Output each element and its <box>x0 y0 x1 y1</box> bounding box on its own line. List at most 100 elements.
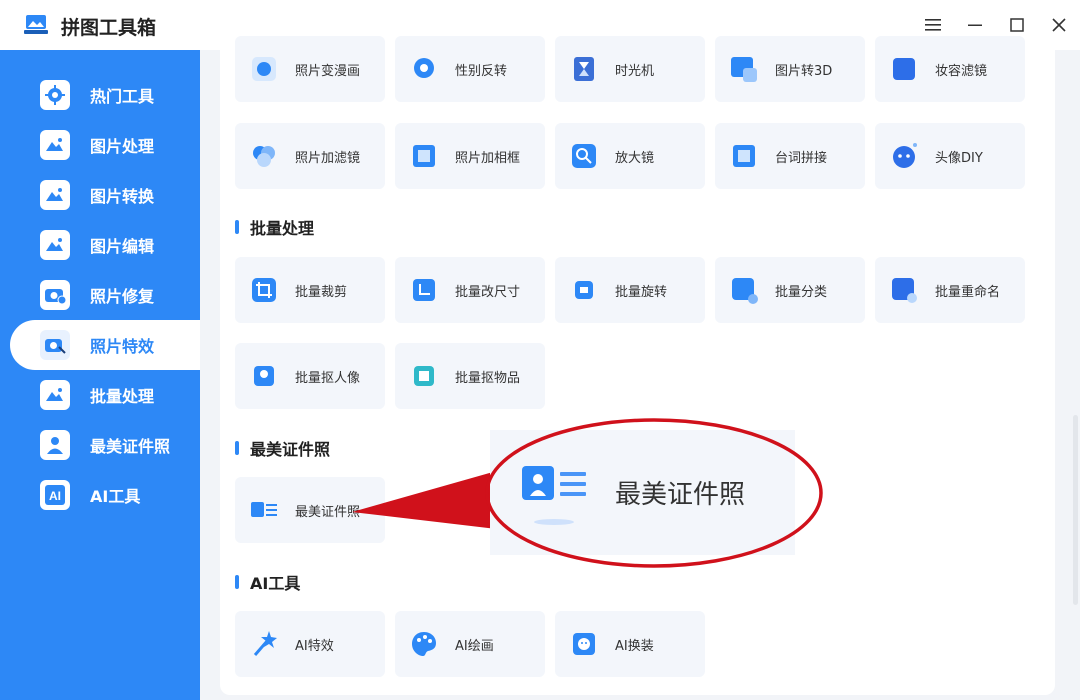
sidebar-item-photo-effects[interactable]: 照片特效 <box>10 320 200 370</box>
sidebar-item-ai-tools[interactable]: AI AI工具 <box>10 470 200 520</box>
tool-card-label: 照片加滤镜 <box>295 151 361 166</box>
makeup-filter-icon <box>893 58 915 80</box>
avatar-diy-icon <box>893 143 917 168</box>
tool-card-label: AI换装 <box>615 639 654 654</box>
camera-wand-icon <box>40 330 70 360</box>
id-person-icon <box>40 430 70 460</box>
tool-card-batch-resize[interactable]: 批量改尺寸 <box>395 257 545 323</box>
image-clock-icon <box>40 130 70 160</box>
rotate-icon <box>575 281 593 299</box>
sidebar: 热门工具 图片处理 图片转换 图片编辑 照片修复 照片特效 批量处理 最美证件照… <box>0 50 200 700</box>
tool-card-label: 批量改尺寸 <box>455 285 521 300</box>
classify-icon <box>732 278 758 304</box>
resize-icon <box>413 279 435 301</box>
sidebar-item-label: 图片处理 <box>90 137 155 156</box>
gender-swap-icon <box>414 58 434 78</box>
cutout-person-icon <box>254 366 274 386</box>
tool-card-label: 批量旋转 <box>615 285 668 300</box>
tool-card-batch-rotate[interactable]: 批量旋转 <box>555 257 705 323</box>
sidebar-item-label: 照片特效 <box>90 337 155 356</box>
tool-card-label: 妆容滤镜 <box>935 64 988 79</box>
id-card-icon <box>251 502 277 517</box>
tool-card-label: AI特效 <box>295 639 334 654</box>
gear-icon <box>40 80 70 110</box>
caption-stitch-icon <box>733 145 755 167</box>
tool-card-ai-effects[interactable]: AI特效 <box>235 611 385 677</box>
magnifier-icon <box>572 144 596 168</box>
close-icon <box>1052 18 1066 32</box>
tool-card-label: 台词拼接 <box>775 151 828 166</box>
tool-card-photo-filter[interactable]: 照片加滤镜 <box>235 123 385 189</box>
sidebar-item-photo-repair[interactable]: 照片修复 <box>10 270 200 320</box>
tool-card-batch-crop[interactable]: 批量裁剪 <box>235 257 385 323</box>
image-3d-icon <box>731 57 757 82</box>
section-marker <box>235 441 239 455</box>
tool-card-image-to-3d[interactable]: 图片转3D <box>715 36 865 102</box>
camera-plus-icon <box>40 280 70 310</box>
section-marker <box>235 575 239 589</box>
tool-card-makeup-filter[interactable]: 妆容滤镜 <box>875 36 1025 102</box>
tool-card-batch-cutout-object[interactable]: 批量抠物品 <box>395 343 545 409</box>
tool-card-ai-painting[interactable]: AI绘画 <box>395 611 545 677</box>
sidebar-item-label: 图片编辑 <box>90 237 155 256</box>
comic-face-icon <box>252 57 276 81</box>
image-edit-icon <box>40 230 70 260</box>
tool-card-batch-rename[interactable]: 批量重命名 <box>875 257 1025 323</box>
tool-card-caption-stitch[interactable]: 台词拼接 <box>715 123 865 189</box>
section-title-id-photo: 最美证件照 <box>235 436 330 460</box>
rename-icon <box>892 278 917 303</box>
sidebar-item-label: 照片修复 <box>90 287 155 306</box>
section-title-text: 最美证件照 <box>250 440 331 459</box>
sidebar-item-label: AI工具 <box>90 487 141 506</box>
tool-card-label: 批量裁剪 <box>295 285 348 300</box>
palette-icon <box>412 632 436 656</box>
section-title-ai-tools: AI工具 <box>235 570 300 594</box>
section-marker <box>235 220 239 234</box>
tool-card-gender-swap[interactable]: 性别反转 <box>395 36 545 102</box>
frame-icon <box>413 145 435 167</box>
scrollbar[interactable] <box>1073 415 1078 605</box>
sidebar-item-image-edit[interactable]: 图片编辑 <box>10 220 200 270</box>
sidebar-item-label: 最美证件照 <box>90 437 171 456</box>
tool-card-label: 照片加相框 <box>455 151 521 166</box>
image-convert-icon <box>40 180 70 210</box>
sidebar-item-hot-tools[interactable]: 热门工具 <box>10 70 200 120</box>
tool-card-label: 批量抠物品 <box>455 371 521 386</box>
sidebar-item-batch[interactable]: 批量处理 <box>10 370 200 420</box>
sidebar-item-label: 热门工具 <box>90 87 155 106</box>
id-card-icon <box>522 466 586 525</box>
app-title: 拼图工具箱 <box>61 17 157 39</box>
face-frame-icon <box>573 633 595 655</box>
maximize-icon <box>1010 18 1024 32</box>
tool-card-label: AI绘画 <box>455 639 494 654</box>
image-batch-icon <box>40 380 70 410</box>
tool-card-ai-outfit[interactable]: AI换装 <box>555 611 705 677</box>
tool-card-label: 性别反转 <box>455 64 508 79</box>
close-button[interactable] <box>1044 10 1074 40</box>
section-title-text: AI工具 <box>250 574 301 593</box>
magic-wand-icon <box>253 631 277 656</box>
app-logo-icon <box>24 15 48 34</box>
crop-icon <box>252 278 276 302</box>
tool-card-photo-frame[interactable]: 照片加相框 <box>395 123 545 189</box>
section-title-text: 批量处理 <box>250 219 315 238</box>
tool-card-magnifier[interactable]: 放大镜 <box>555 123 705 189</box>
sidebar-item-image-convert[interactable]: 图片转换 <box>10 170 200 220</box>
tool-card-avatar-diy[interactable]: 头像DIY <box>875 123 1025 189</box>
sidebar-item-id-photo[interactable]: 最美证件照 <box>10 420 200 470</box>
tool-card-photo-to-comic[interactable]: 照片变漫画 <box>235 36 385 102</box>
section-title-batch: 批量处理 <box>235 215 314 239</box>
tool-card-label: 头像DIY <box>935 151 983 166</box>
tool-card-label: 照片变漫画 <box>295 64 361 79</box>
callout-label: 最美证件照 <box>615 480 746 510</box>
sidebar-item-image-processing[interactable]: 图片处理 <box>10 120 200 170</box>
sidebar-item-label: 批量处理 <box>90 387 155 406</box>
tool-card-batch-classify[interactable]: 批量分类 <box>715 257 865 323</box>
cutout-object-icon <box>414 366 434 386</box>
sidebar-item-label: 图片转换 <box>90 187 155 206</box>
tool-card-time-machine[interactable]: 时光机 <box>555 36 705 102</box>
minimize-icon <box>968 24 982 26</box>
tool-card-batch-cutout-person[interactable]: 批量抠人像 <box>235 343 385 409</box>
hamburger-icon <box>925 19 941 31</box>
ai-icon: AI <box>40 480 70 510</box>
